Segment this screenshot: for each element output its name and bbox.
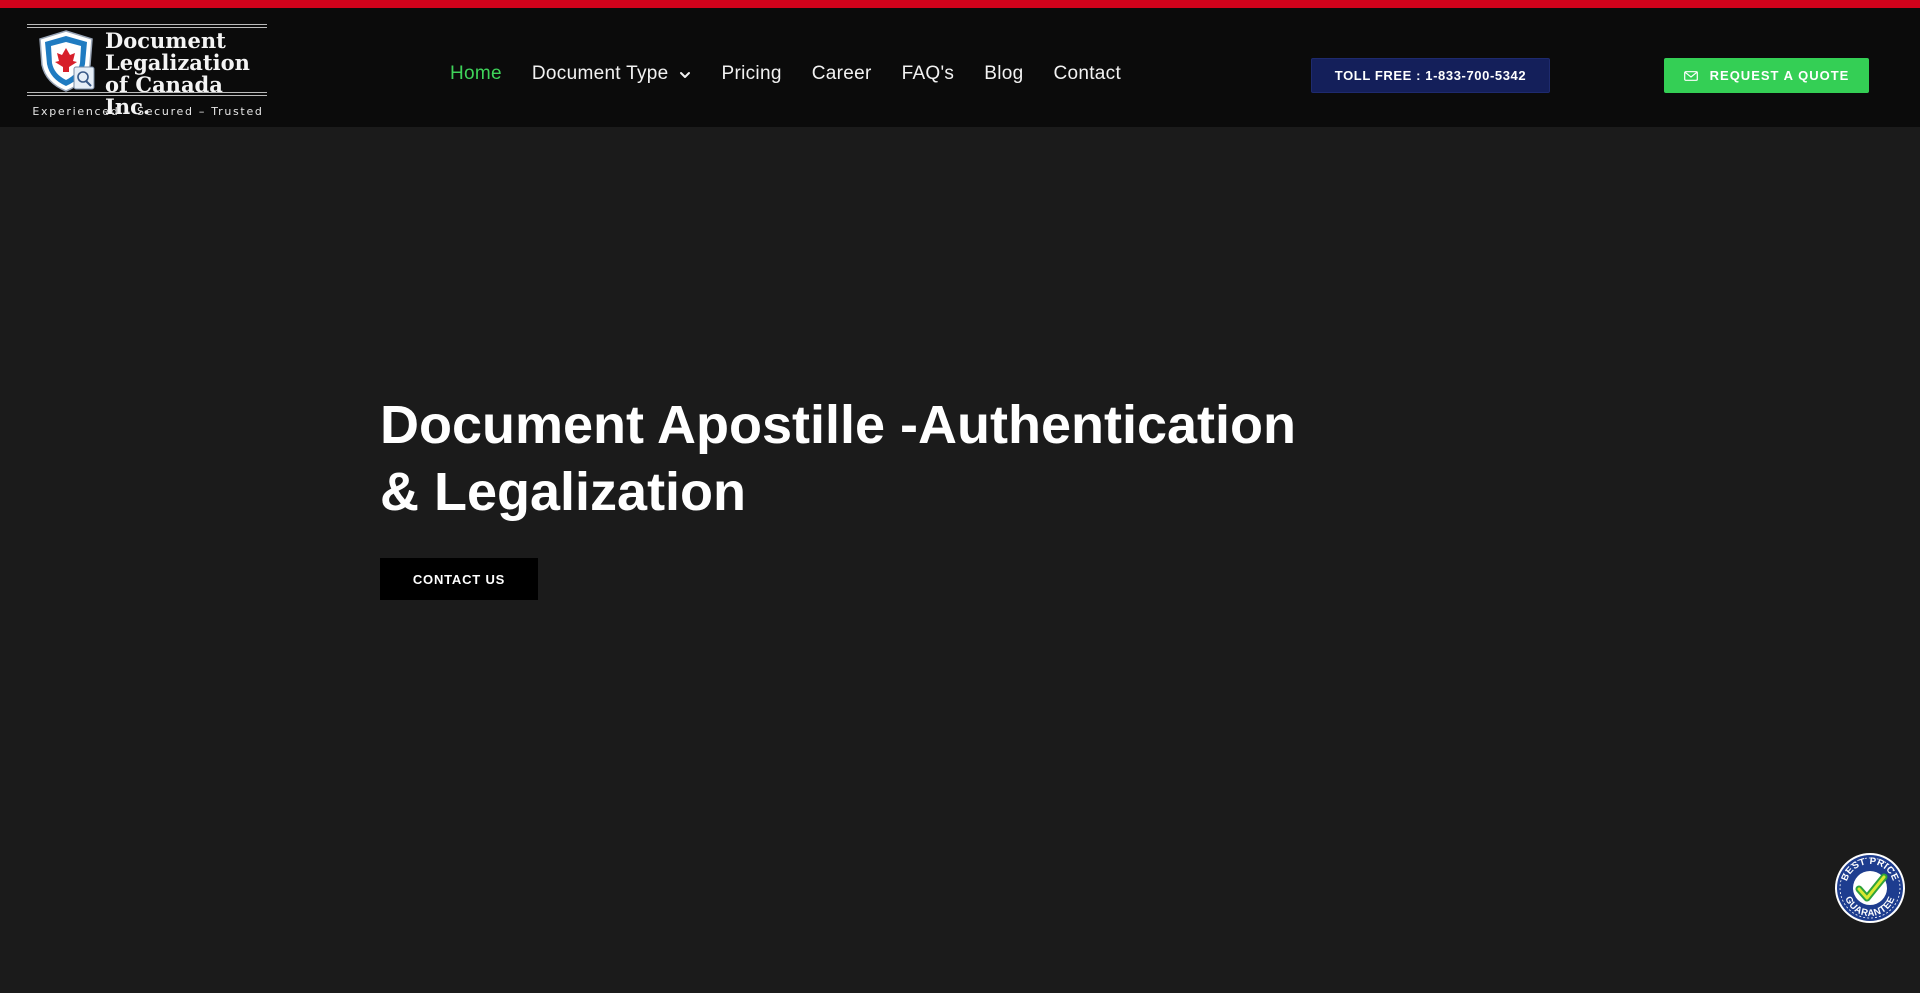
nav-item-pricing[interactable]: Pricing <box>722 63 782 85</box>
main-nav: Home Document Type Pricing Career FAQ's … <box>450 54 1151 94</box>
hero-title-line-1: Document Apostille -Authentication <box>380 395 1296 455</box>
best-price-guarantee-badge[interactable]: BEST PRICE GUARANTEE <box>1834 852 1906 924</box>
hero-title: Document Apostille -Authentication & Leg… <box>380 392 1340 526</box>
logo-line-2: Legalization <box>105 50 250 75</box>
top-accent-strip <box>0 0 1920 8</box>
nav-item-career[interactable]: Career <box>812 63 872 85</box>
nav-item-home[interactable]: Home <box>450 63 502 85</box>
hero-title-line-2: & Legalization <box>380 462 747 522</box>
nav-item-faqs[interactable]: FAQ's <box>902 63 955 85</box>
site-logo[interactable]: Document Legalization of Canada Inc. Exp… <box>27 16 268 120</box>
request-quote-label: REQUEST A QUOTE <box>1709 68 1850 83</box>
contact-us-button[interactable]: CONTACT US <box>380 558 538 600</box>
envelope-icon <box>1683 70 1698 81</box>
site-header: Document Legalization of Canada Inc. Exp… <box>0 8 1920 127</box>
toll-free-button[interactable]: TOLL FREE : 1-833-700-5342 <box>1311 58 1550 93</box>
nav-item-contact[interactable]: Contact <box>1053 63 1121 85</box>
maple-leaf-shield-icon <box>39 30 95 92</box>
nav-item-blog[interactable]: Blog <box>984 63 1023 85</box>
request-quote-button[interactable]: REQUEST A QUOTE <box>1664 58 1869 93</box>
logo-tagline: Experienced – Secured – Trusted <box>32 105 264 118</box>
logo-rule-bottom <box>27 92 267 96</box>
nav-item-document-type[interactable]: Document Type <box>532 63 692 85</box>
nav-item-document-type-label: Document Type <box>531 63 669 84</box>
chevron-down-icon <box>679 72 690 78</box>
logo-line-1: Document <box>105 28 226 53</box>
